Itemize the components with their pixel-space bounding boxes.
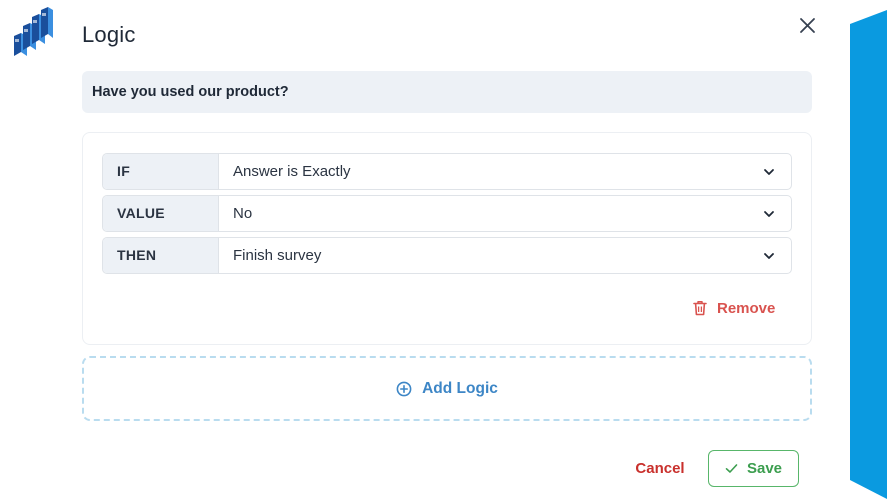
condition-select[interactable]: Answer is Exactly [219,154,791,189]
action-select-value: Finish survey [233,247,322,264]
chevron-down-icon [764,253,774,259]
chevron-down-icon [764,211,774,217]
rule-row-if: IF Answer is Exactly [102,153,792,190]
logic-rule-card: IF Answer is Exactly VALUE No THEN Finis… [82,132,812,345]
save-button[interactable]: Save [708,450,799,487]
remove-label: Remove [717,299,776,317]
close-button[interactable] [796,14,820,38]
rule-row-then: THEN Finish survey [102,237,792,274]
background-side-panel [850,0,887,499]
add-logic-label: Add Logic [422,379,498,397]
dialog-title: Logic [82,22,136,47]
check-icon [725,464,738,473]
value-select[interactable]: No [219,196,791,231]
rule-row-value: VALUE No [102,195,792,232]
save-label: Save [746,460,783,477]
action-select[interactable]: Finish survey [219,238,791,273]
question-text: Have you used our product? [82,71,812,113]
condition-select-value: Answer is Exactly [233,163,351,180]
remove-rule-button[interactable]: Remove [693,297,775,319]
add-logic-button[interactable]: Add Logic [82,356,812,421]
value-select-value: No [233,205,253,222]
bar-stairs-logo-icon [12,6,54,58]
plus-circle-icon [396,381,412,396]
cancel-button[interactable]: Cancel [628,458,692,480]
rule-label-value: VALUE [103,196,219,231]
rule-label-then: THEN [103,238,219,273]
close-icon [800,18,815,33]
rule-label-if: IF [103,154,219,189]
chevron-down-icon [764,169,774,175]
trash-icon [693,301,707,316]
